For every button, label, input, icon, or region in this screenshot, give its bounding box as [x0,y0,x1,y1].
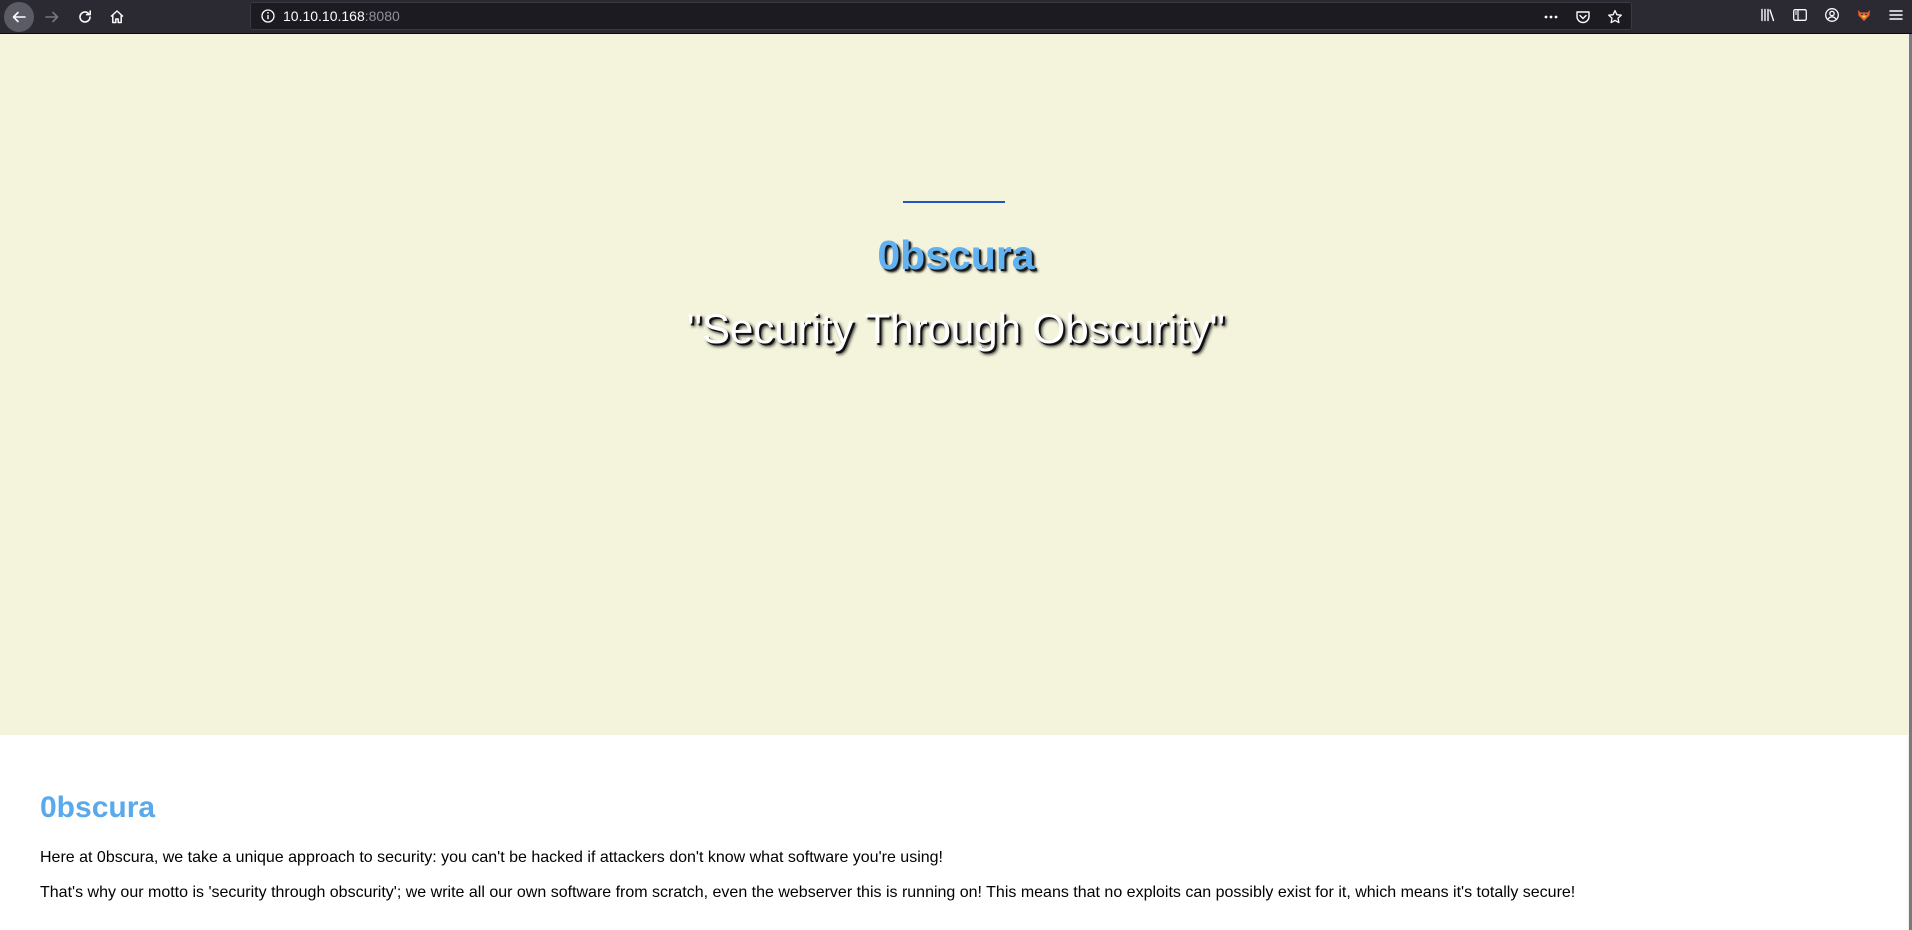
info-icon[interactable] [260,8,276,24]
forward-button[interactable] [37,2,67,32]
extension-button[interactable] [1848,0,1880,34]
url-port: :8080 [364,8,400,24]
account-button[interactable] [1816,0,1848,34]
home-button[interactable] [102,2,132,32]
url-text[interactable]: 10.10.10.168:8080 [283,8,400,24]
library-button[interactable] [1752,0,1784,34]
reload-button[interactable] [70,2,100,32]
back-button[interactable] [4,2,34,32]
about-paragraph-1: Here at 0bscura, we take a unique approa… [40,849,943,866]
pocket-icon[interactable] [1573,7,1593,27]
forward-arrow-icon [44,9,60,25]
about-paragraph-2: That's why our motto is 'security throug… [40,884,1576,901]
hamburger-menu-icon [1888,7,1904,28]
sidebar-button[interactable] [1784,0,1816,34]
url-bar[interactable]: 10.10.10.168:8080 [250,2,1632,30]
toolbar-right-icons [1752,0,1912,34]
library-icon [1760,7,1776,28]
browser-toolbar: 10.10.10.168:8080 [0,0,1912,34]
sidebar-icon [1792,7,1808,28]
about-heading: 0bscura [40,791,156,824]
fox-extension-icon [1855,6,1873,29]
home-icon [109,9,125,25]
account-icon [1824,7,1840,28]
hero-motto: "Security Through Obscurity" [687,305,1225,352]
url-actions [1541,7,1625,27]
back-arrow-icon [11,9,27,25]
menu-button[interactable] [1880,0,1912,34]
more-icon[interactable] [1541,7,1561,27]
reload-icon [77,9,93,25]
hero-section: 0bscura "Security Through Obscurity" [0,34,1912,735]
about-section: 0bscura Here at 0bscura, we take a uniqu… [40,790,1860,901]
hero-title: 0bscura [877,232,1035,278]
url-host: 10.10.10.168 [283,8,365,24]
hero-divider [903,201,1005,203]
star-icon[interactable] [1605,7,1625,27]
